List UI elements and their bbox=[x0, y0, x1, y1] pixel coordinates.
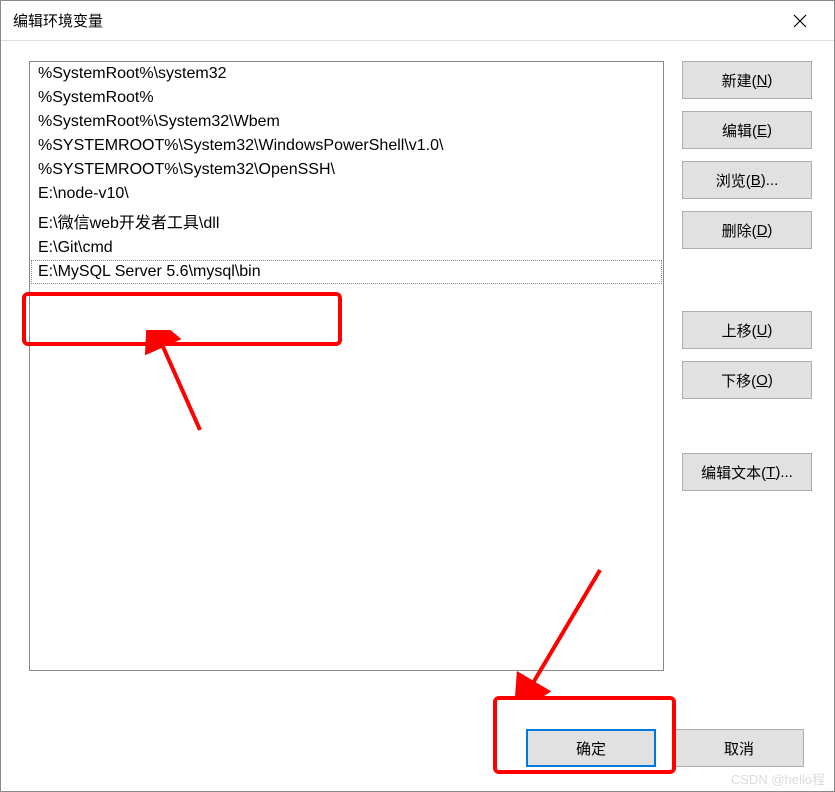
list-item[interactable]: E:\node-v10\ bbox=[30, 182, 663, 206]
list-item[interactable]: %SYSTEMROOT%\System32\OpenSSH\ bbox=[30, 158, 663, 182]
watermark-text: CSDN @hello程 bbox=[731, 769, 825, 788]
edittext-button[interactable]: 编辑文本(T)... bbox=[682, 453, 812, 491]
path-listbox[interactable]: %SystemRoot%\system32%SystemRoot%%System… bbox=[29, 61, 664, 671]
list-item[interactable]: E:\微信web开发者工具\dll bbox=[30, 206, 663, 236]
close-icon bbox=[793, 14, 807, 28]
list-item[interactable]: %SystemRoot%\system32 bbox=[30, 62, 663, 86]
new-button[interactable]: 新建(N) bbox=[682, 61, 812, 99]
sidebar-buttons: 新建(N) 编辑(E) 浏览(B)... 删除(D) 上移(U) 下移(O) 编… bbox=[682, 61, 812, 705]
window-title: 编辑环境变量 bbox=[13, 10, 778, 31]
list-item[interactable]: %SystemRoot% bbox=[30, 86, 663, 110]
dialog-window: 编辑环境变量 %SystemRoot%\system32%SystemRoot%… bbox=[0, 0, 835, 792]
list-item[interactable]: E:\Git\cmd bbox=[30, 236, 663, 260]
movedown-button[interactable]: 下移(O) bbox=[682, 361, 812, 399]
moveup-button[interactable]: 上移(U) bbox=[682, 311, 812, 349]
close-button[interactable] bbox=[778, 5, 822, 37]
edit-button[interactable]: 编辑(E) bbox=[682, 111, 812, 149]
list-item[interactable]: %SystemRoot%\System32\Wbem bbox=[30, 110, 663, 134]
cancel-button[interactable]: 取消 bbox=[674, 729, 804, 767]
browse-button[interactable]: 浏览(B)... bbox=[682, 161, 812, 199]
delete-button[interactable]: 删除(D) bbox=[682, 211, 812, 249]
list-item[interactable]: %SYSTEMROOT%\System32\WindowsPowerShell\… bbox=[30, 134, 663, 158]
list-item[interactable]: E:\MySQL Server 5.6\mysql\bin bbox=[32, 261, 661, 283]
ok-button[interactable]: 确定 bbox=[526, 729, 656, 767]
titlebar: 编辑环境变量 bbox=[1, 1, 834, 41]
content-area: %SystemRoot%\system32%SystemRoot%%System… bbox=[1, 41, 834, 715]
footer: 确定 取消 bbox=[1, 715, 834, 791]
